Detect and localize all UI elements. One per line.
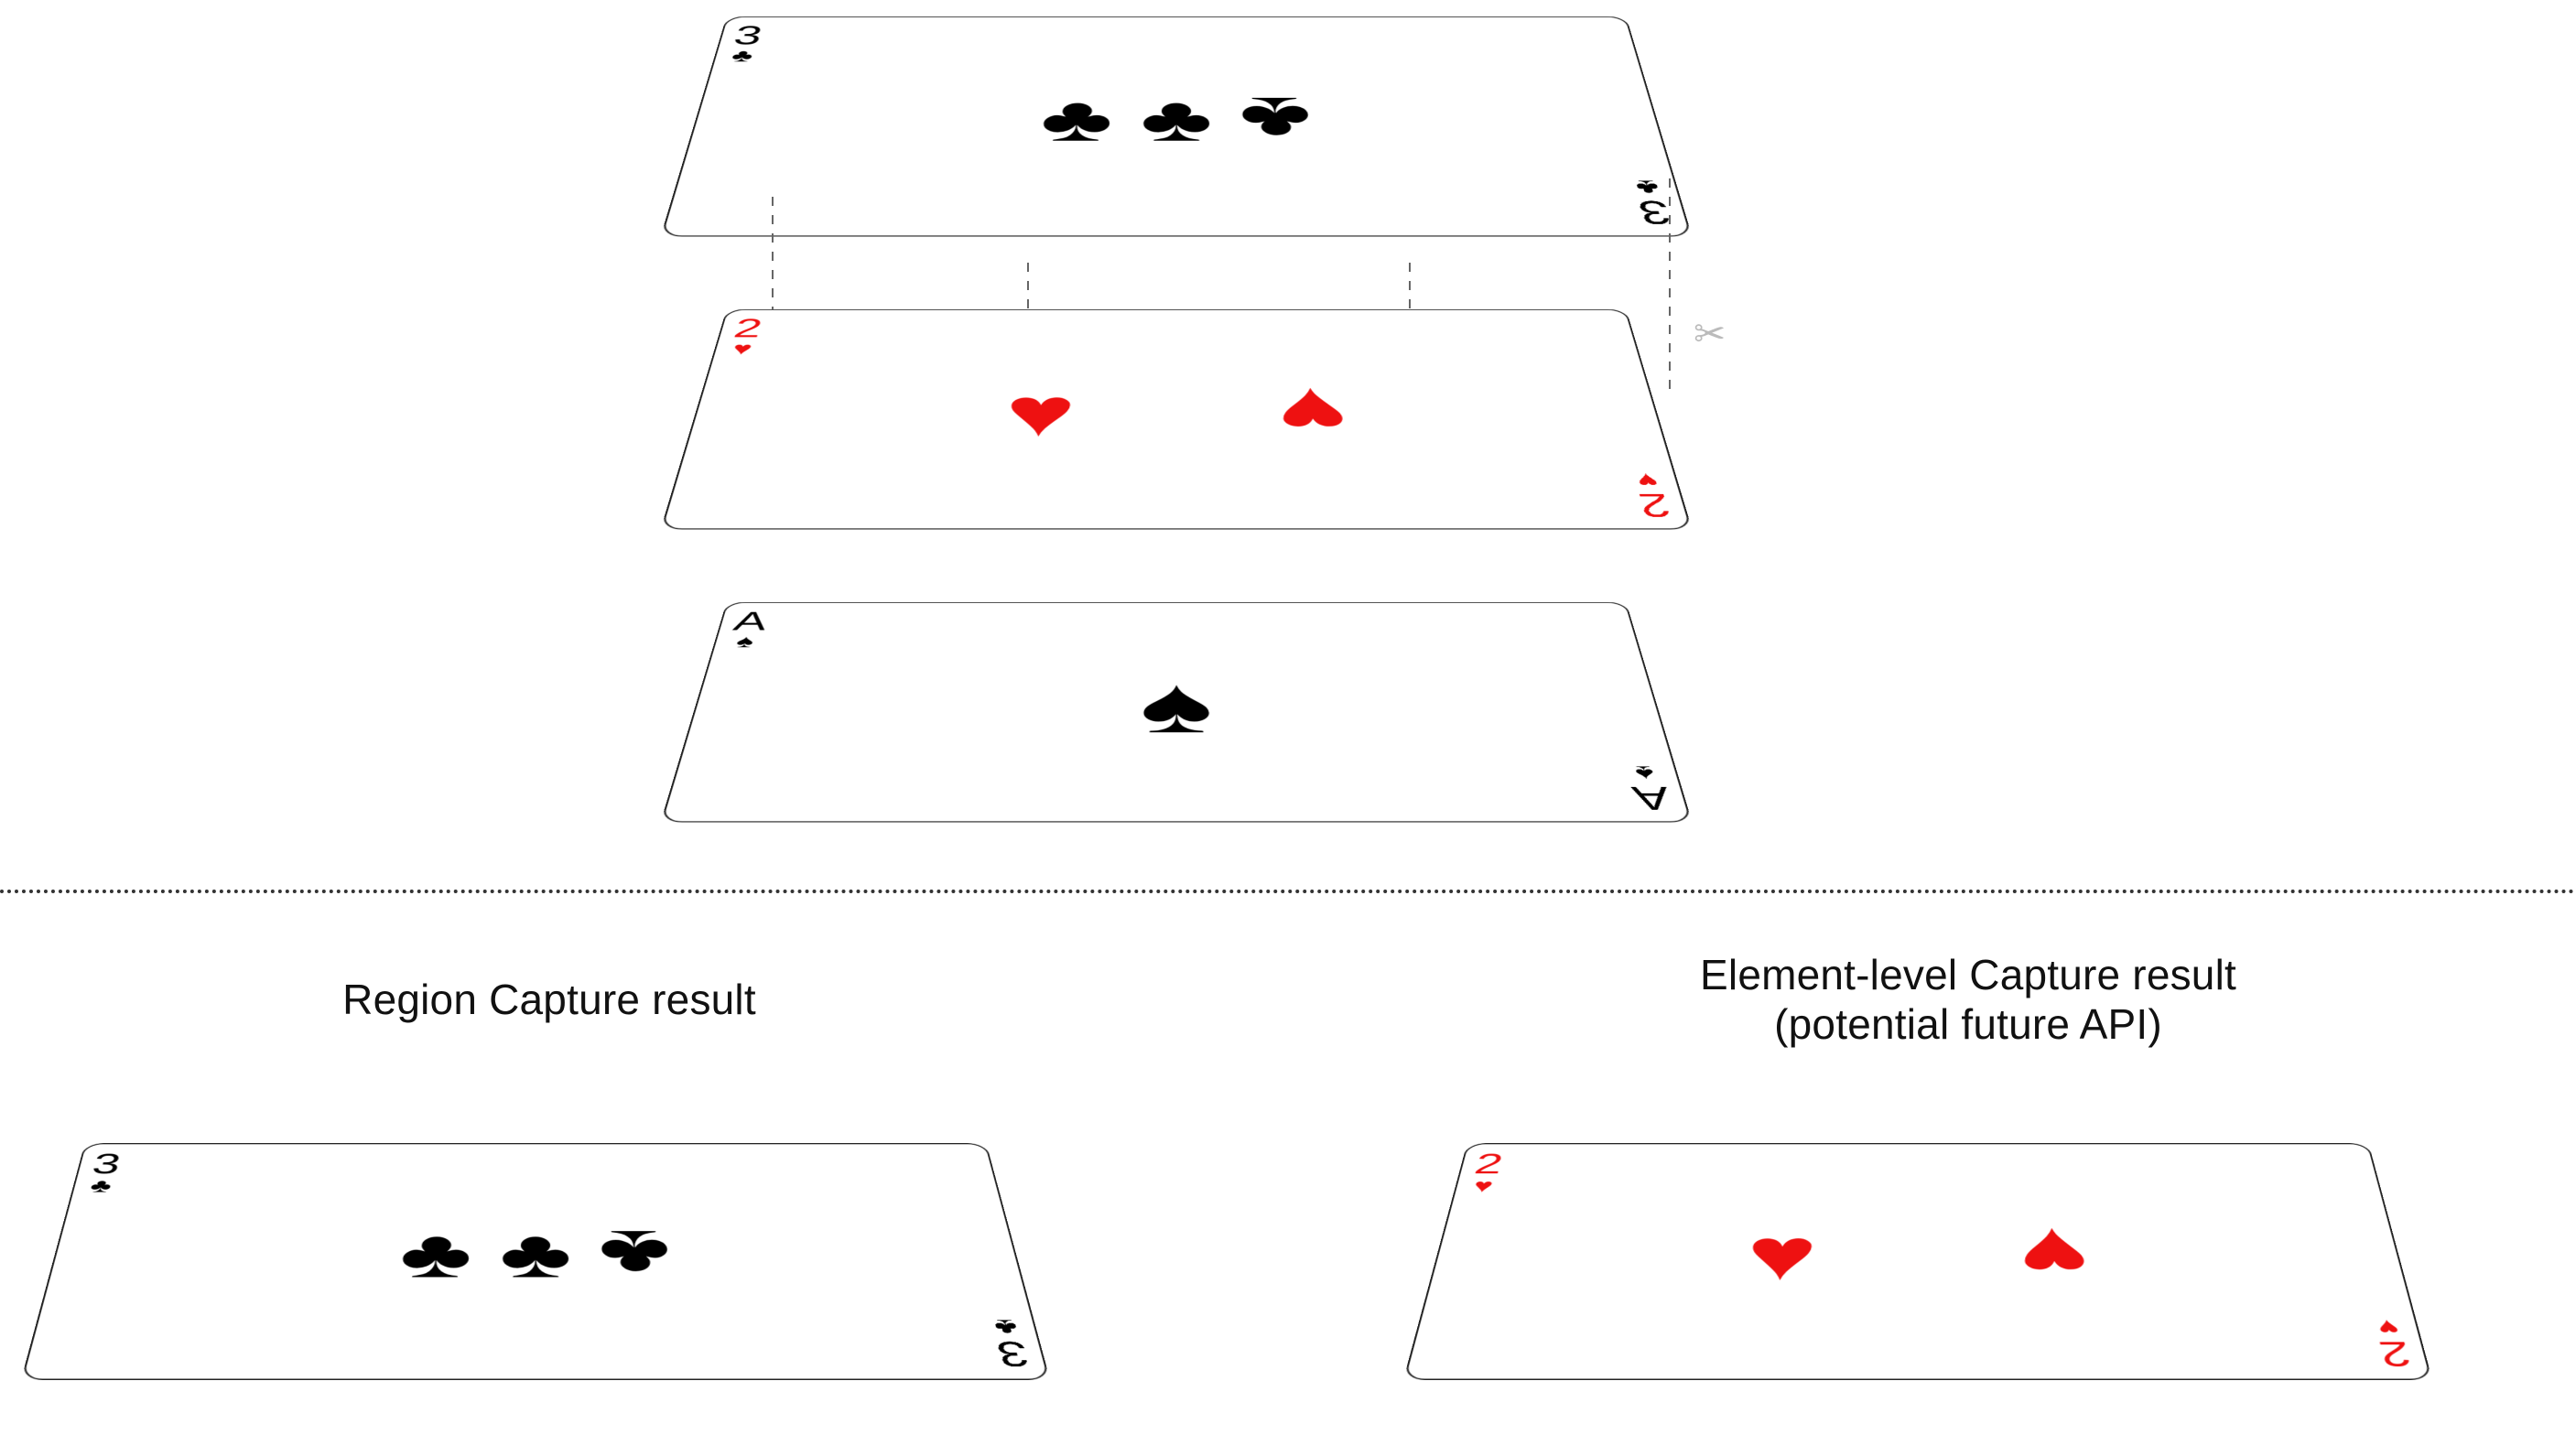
card-two-of-hearts-result: 2 ♥ 2 ♥ ♥ ♥ xyxy=(1403,1143,2432,1380)
caption-text-line2: (potential future API) xyxy=(1556,999,2380,1049)
card-two-of-hearts-middle: 2 ♥ 2 ♥ ♥ ♥ xyxy=(660,309,1692,530)
heart-pip: ♥ xyxy=(2016,1213,2093,1297)
club-pip: ♣ xyxy=(499,1216,573,1294)
card-pips: ♠ xyxy=(663,603,1690,822)
card-three-of-clubs-result: 3 ♣ 3 ♣ ♣ ♣ ♣ xyxy=(21,1143,1050,1380)
heart-pip: ♥ xyxy=(1274,373,1352,452)
card-pips: ♥ ♥ xyxy=(1405,1144,2430,1378)
caption-text: Region Capture result xyxy=(342,976,756,1023)
club-pip: ♣ xyxy=(1037,83,1114,156)
diagram-stage: 3 ♣ 3 ♣ ♣ ♣ ♣ 2 ♥ xyxy=(0,0,2576,1435)
result-right-scene: 2 ♥ 2 ♥ ♥ ♥ xyxy=(1437,1062,2398,1435)
heart-pip: ♥ xyxy=(1001,373,1078,452)
club-pip: ♣ xyxy=(1239,83,1315,156)
card-pips: ♣ ♣ ♣ xyxy=(23,1144,1047,1378)
caption-element-capture: Element-level Capture result (potential … xyxy=(1556,950,2380,1049)
club-pip: ♣ xyxy=(1140,83,1214,156)
result-left-scene: 3 ♣ 3 ♣ ♣ ♣ ♣ xyxy=(55,1062,1016,1435)
caption-region-capture: Region Capture result xyxy=(183,975,915,1024)
caption-text-line1: Element-level Capture result xyxy=(1556,950,2380,999)
section-divider xyxy=(0,890,2576,893)
heart-pip: ♥ xyxy=(1742,1213,1819,1297)
bottom-card-scene: A ♠ A ♠ ♠ xyxy=(696,512,1657,897)
club-pip: ♣ xyxy=(598,1216,675,1294)
spade-pip: ♠ xyxy=(1139,661,1214,751)
card-pips: ♥ ♥ xyxy=(663,310,1690,529)
club-pip: ♣ xyxy=(397,1216,474,1294)
scissors-icon: ✂ xyxy=(1694,311,1726,356)
card-ace-of-spades-bottom: A ♠ A ♠ ♠ xyxy=(660,602,1692,823)
